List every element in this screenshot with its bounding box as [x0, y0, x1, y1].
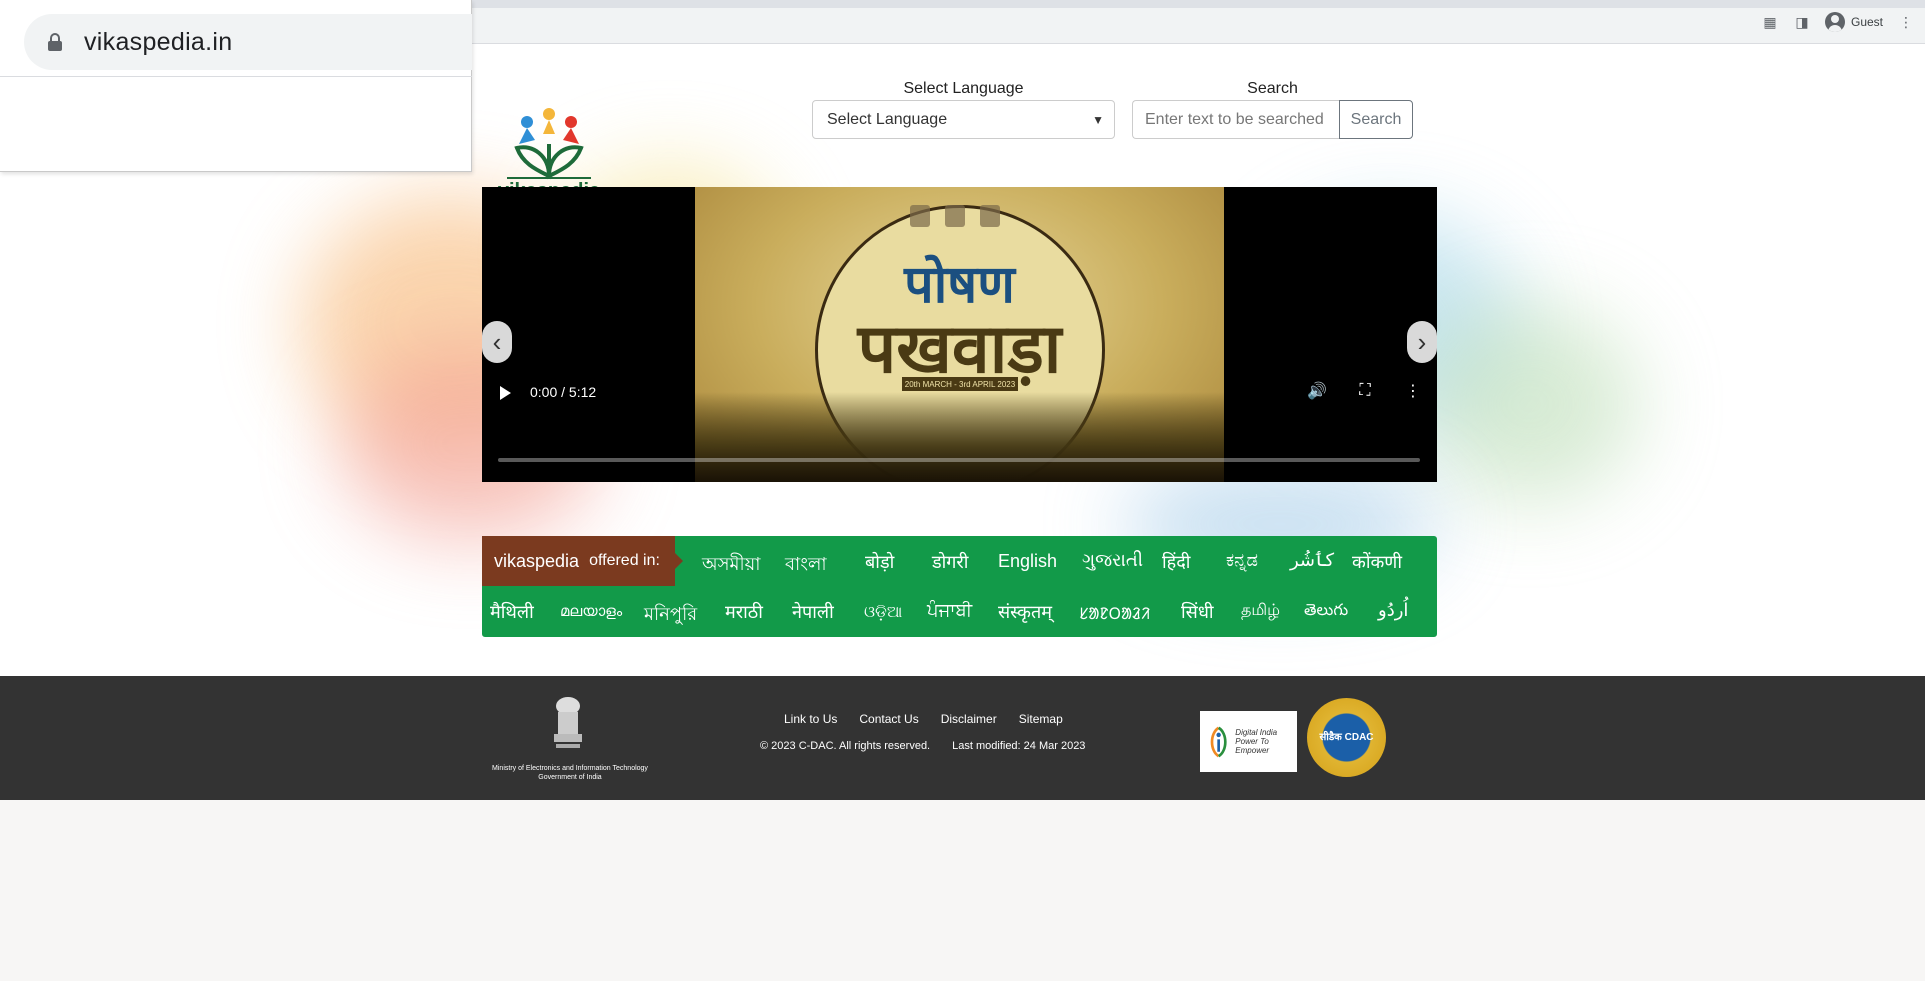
footer-link-link-to-us[interactable]: Link to Us	[784, 712, 837, 726]
digital-india-line1: Digital India	[1235, 728, 1278, 737]
ministry-text: Ministry of Electronics and Information …	[480, 764, 660, 782]
lang-link-hindi[interactable]: हिंदी	[1162, 550, 1190, 574]
offered-label: offered in:	[589, 552, 660, 569]
volume-icon[interactable]: 🔊	[1307, 381, 1327, 401]
digital-india-mark-icon	[1210, 726, 1227, 757]
search-placeholder: Enter text to be searched	[1145, 110, 1324, 128]
lang-link-malayalam[interactable]: മലയാളം	[560, 602, 622, 620]
tab-strip	[300, 0, 1925, 8]
footer-links: Link to Us Contact Us Disclaimer Sitemap	[784, 712, 1063, 726]
video-time: 0:00 / 5:12	[530, 384, 597, 400]
last-modified-text: Last modified: 24 Mar 2023	[952, 740, 1086, 752]
lang-link-marathi[interactable]: मराठी	[725, 600, 763, 624]
lang-link-manipuri[interactable]: মনিপুরি	[644, 600, 697, 631]
search-button[interactable]: Search	[1339, 100, 1413, 139]
lang-link-maithili[interactable]: मैथिली	[490, 600, 534, 624]
browser-menu-icon[interactable]: ⋮	[1897, 13, 1915, 31]
ministry-line2: Government of India	[538, 774, 602, 781]
lang-link-sindhi[interactable]: सिंधी	[1181, 600, 1214, 624]
extension-icon[interactable]: ▦	[1761, 13, 1779, 31]
digital-india-line2: Power To Empower	[1235, 737, 1270, 755]
web-page: vikaspedia Select Language Select Langua…	[0, 44, 1925, 981]
splash-green	[1420, 304, 1640, 504]
side-panel-icon[interactable]: ◨	[1793, 13, 1811, 31]
poster-emblem-icon	[945, 205, 965, 227]
play-icon[interactable]	[500, 386, 511, 400]
search-label: Search	[1247, 80, 1298, 97]
lang-link-tamil[interactable]: தமிழ்	[1241, 600, 1280, 621]
video-controls-gradient	[482, 392, 1437, 482]
footer-link-contact-us[interactable]: Contact Us	[859, 712, 918, 726]
lang-link-odia[interactable]: ଓଡ଼ିଆ	[864, 602, 902, 622]
footer-copyright-row: © 2023 C-DAC. All rights reserved. Last …	[760, 740, 1085, 752]
profile-label: Guest	[1850, 15, 1883, 29]
guest-avatar-icon	[1824, 12, 1845, 32]
lang-link-sanskrit[interactable]: संस्कृतम्	[998, 600, 1052, 624]
footer-link-sitemap[interactable]: Sitemap	[1019, 712, 1063, 726]
offered-brand: vikaspedia	[494, 550, 580, 571]
lang-link-assamese[interactable]: অসমীয়া	[702, 550, 760, 581]
carousel-prev-button[interactable]: ‹	[482, 321, 512, 363]
lang-link-santali[interactable]: ᱥᱟᱱᱛᱟᱲᱤ	[1079, 602, 1150, 624]
omnibox-divider	[0, 76, 472, 77]
search-input[interactable]: Enter text to be searched	[1132, 100, 1340, 139]
copyright-text: © 2023 C-DAC. All rights reserved.	[760, 740, 931, 752]
lang-link-nepali[interactable]: नेपाली	[792, 600, 834, 624]
ministry-line1: Ministry of Electronics and Information …	[492, 765, 648, 772]
url-text[interactable]: vikaspedia.in	[84, 28, 232, 57]
language-select[interactable]: Select Language ▼	[812, 100, 1115, 139]
profile-button[interactable]: Guest	[1824, 12, 1883, 32]
browser-actions: ▦ ◨ Guest ⋮	[1761, 12, 1915, 32]
footer-link-disclaimer[interactable]: Disclaimer	[941, 712, 997, 726]
lang-link-bodo[interactable]: बोड़ो	[865, 550, 894, 574]
lang-link-kannada[interactable]: ಕನ್ನಡ	[1226, 550, 1258, 571]
poster-logo-icon	[910, 205, 930, 227]
lang-link-kashmiri[interactable]: کٲشُر	[1290, 550, 1334, 571]
digital-india-logo[interactable]: Digital India Power To Empower	[1200, 711, 1297, 772]
lang-link-punjabi[interactable]: ਪੰਜਾਬੀ	[927, 600, 972, 621]
lang-link-dogri[interactable]: डोगरी	[932, 550, 968, 574]
digital-india-text: Digital India Power To Empower	[1235, 728, 1297, 755]
cdac-seal-label: सीडैक CDAC	[1319, 732, 1374, 743]
select-language-label: Select Language	[903, 80, 1024, 97]
cdac-seal-logo[interactable]: सीडैक CDAC	[1307, 698, 1386, 777]
lang-link-bangla[interactable]: বাংলা	[785, 550, 827, 581]
offered-in-tag: vikaspedia offered in:	[482, 536, 683, 586]
more-options-icon[interactable]: ⋮	[1403, 381, 1423, 401]
omnibox-popup: vikaspedia.in	[0, 0, 472, 172]
poster-g20-icon	[980, 205, 1000, 227]
language-select-value: Select Language	[827, 110, 948, 128]
fullscreen-icon[interactable]: ⛶	[1355, 381, 1375, 401]
national-emblem-icon	[554, 697, 582, 748]
lock-icon[interactable]	[48, 33, 62, 51]
lang-link-english[interactable]: English	[998, 551, 1057, 572]
lang-link-gujarati[interactable]: ગુજરાતી	[1082, 550, 1143, 571]
lang-link-telugu[interactable]: తెలుగు	[1304, 600, 1348, 623]
video-player[interactable]: पोषण पखवाड़ा 20th MARCH - 3rd APRIL 2023…	[482, 187, 1437, 482]
omnibox[interactable]: vikaspedia.in	[24, 14, 472, 70]
lang-link-urdu[interactable]: اُردُو	[1378, 600, 1408, 621]
carousel-next-button[interactable]: ›	[1407, 321, 1437, 363]
page-blank-area	[0, 800, 1925, 981]
chevron-down-icon: ▼	[1092, 112, 1104, 127]
poster-date: 20th MARCH - 3rd APRIL 2023	[902, 377, 1018, 391]
site-footer: Ministry of Electronics and Information …	[0, 676, 1925, 800]
logo-mark-icon	[507, 108, 591, 180]
lang-link-konkani[interactable]: कोंकणी	[1352, 550, 1402, 574]
languages-band: vikaspedia offered in: অসমীয়া বাংলা बोड…	[482, 536, 1437, 637]
video-progress-bar[interactable]	[498, 458, 1420, 462]
